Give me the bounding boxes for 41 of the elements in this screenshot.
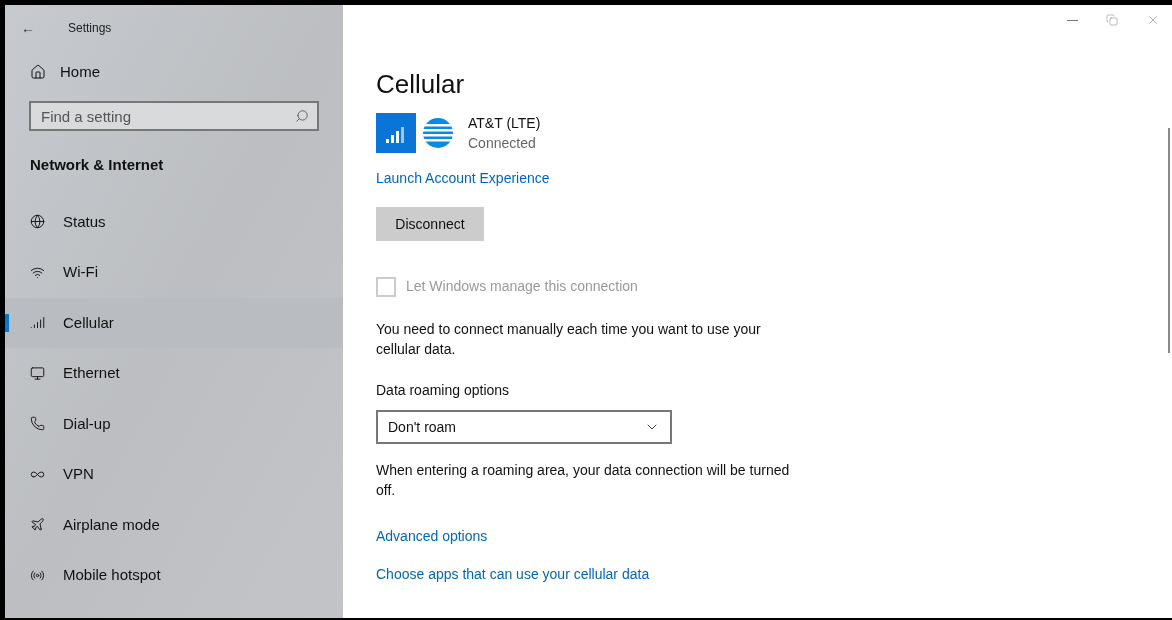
wifi-icon	[30, 264, 45, 280]
back-button[interactable]: ←	[16, 17, 40, 39]
close-icon	[1146, 13, 1160, 27]
sidebar-nav-item[interactable]: Dial-up	[5, 398, 343, 449]
search-field[interactable]: Find a setting	[29, 101, 319, 131]
account-link[interactable]: Launch Account Experience	[376, 168, 550, 189]
sidebar-nav-item[interactable]: Status	[5, 196, 343, 247]
settings-link[interactable]: Choose apps that can use your cellular data	[376, 564, 650, 585]
window-title: Settings	[68, 20, 112, 37]
airplane-icon	[30, 517, 45, 533]
signal-tile-icon	[376, 113, 416, 153]
restore-button[interactable]	[1106, 13, 1118, 27]
phone-icon	[30, 416, 45, 432]
globe-icon	[30, 214, 45, 230]
restore-icon	[1106, 14, 1118, 26]
close-button[interactable]	[1146, 13, 1160, 27]
home-nav-item[interactable]: Home	[5, 52, 343, 92]
manual-note: You need to connect manually each time you want to use your cellular data.	[376, 320, 762, 359]
disconnect-button[interactable]: Disconnect	[376, 207, 484, 241]
search-icon	[295, 109, 309, 123]
roaming-note: When entering a roaming area, your data connection will be turned off.	[376, 461, 791, 500]
section-heading: Network & Internet	[29, 155, 165, 175]
minimize-icon	[1067, 19, 1078, 21]
sidebar-nav-item[interactable]: Wi-Fi	[5, 247, 343, 298]
sidebar-nav-item[interactable]: VPN	[5, 449, 343, 500]
carrier-globe-icon	[421, 116, 455, 150]
page-title: Cellular	[376, 68, 465, 101]
roaming-dropdown[interactable]: Don't roam	[376, 410, 672, 444]
selection-indicator	[5, 313, 9, 332]
network-status: Connected	[468, 134, 537, 153]
monitor-icon	[30, 365, 45, 381]
sidebar-nav-item[interactable]: Airplane mode	[5, 499, 343, 550]
signal-bars-icon	[30, 315, 45, 331]
roaming-label: Data roaming options	[376, 381, 510, 400]
sidebar-nav-item[interactable]: Mobile hotspot	[5, 550, 343, 601]
sidebar-nav-item[interactable]: Ethernet	[5, 348, 343, 399]
settings-link[interactable]: Advanced options	[376, 526, 488, 547]
network-name: AT&T (LTE)	[468, 114, 541, 133]
sidebar-nav-item[interactable]: Cellular	[5, 297, 343, 348]
checkbox-label: Let Windows manage this connection	[406, 277, 638, 296]
home-icon	[30, 64, 46, 80]
